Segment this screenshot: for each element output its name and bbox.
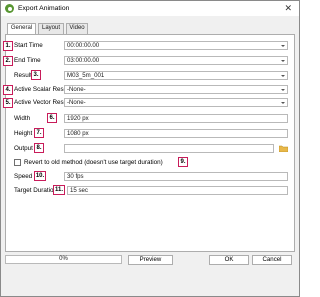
annotation-badge-10: 10. [34,171,46,181]
end-time-combo[interactable]: 03:00:00.00 [64,56,288,65]
result-label: Result [14,72,32,79]
annotation-badge-2: 2. [3,56,13,66]
annotation-badge-6: 6. [47,113,57,123]
width-spinbox[interactable]: 1920 px [64,114,288,123]
start-time-combo[interactable]: 00:00:00.00 [64,41,288,50]
chevron-down-icon [281,102,285,104]
title-bar: Export Animation ✕ [1,1,299,16]
width-label: Width [14,115,31,122]
active-vector-value: -None- [67,99,86,106]
height-spinbox[interactable]: 1080 px [64,129,288,138]
height-label: Height [14,130,33,137]
annotation-badge-1: 1. [3,41,13,51]
output-label: Output [14,145,33,152]
speed-label: Speed [14,173,33,180]
annotation-badge-5: 5. [3,98,13,108]
annotation-badge-4: 4. [3,85,13,95]
browse-folder-button[interactable] [278,144,288,153]
window-title: Export Animation [18,5,70,12]
target-duration-value: 15 sec [70,187,88,194]
general-panel [5,34,295,252]
revert-old-method-label: Revert to old method (doesn't use target… [24,159,163,166]
progress-bar: 0% [5,255,122,264]
end-time-label: End Time [14,57,41,64]
output-path-field[interactable] [64,144,274,153]
speed-value: 30 fps [67,173,84,180]
chevron-down-icon [281,89,285,91]
annotation-badge-3: 3. [31,70,41,80]
chevron-down-icon [281,60,285,62]
folder-icon [279,145,288,152]
active-vector-label: Active Vector Result [14,99,71,106]
chevron-down-icon [281,75,285,77]
tab-layout[interactable]: Layout [38,23,64,34]
ok-button[interactable]: OK [209,255,249,265]
annotation-badge-8: 8. [34,143,44,153]
active-scalar-combo[interactable]: -None- [64,85,288,94]
start-time-value: 00:00:00.00 [67,42,100,49]
annotation-badge-9: 9. [178,157,188,167]
preview-button[interactable]: Preview [128,255,173,265]
speed-spinbox[interactable]: 30 fps [64,172,288,181]
width-value: 1920 px [67,115,89,122]
export-animation-dialog: Export Animation ✕ General Layout Video … [0,0,300,297]
tab-video[interactable]: Video [66,23,88,34]
annotation-badge-11: 11. [53,185,65,195]
close-icon[interactable]: ✕ [284,3,292,13]
result-combo[interactable]: M03_5m_001 [64,71,288,80]
end-time-value: 03:00:00.00 [67,57,100,64]
target-duration-label: Target Duration [14,187,58,194]
active-scalar-label: Active Scalar Result [14,86,71,93]
chevron-down-icon [281,45,285,47]
result-value: M03_5m_001 [67,72,105,79]
progress-text: 0% [59,256,68,262]
revert-old-method-checkbox[interactable] [14,159,21,166]
start-time-label: Start Time [14,42,43,49]
qgis-app-icon [5,4,14,13]
target-duration-spinbox[interactable]: 15 sec [67,186,288,195]
height-value: 1080 px [67,130,89,137]
annotation-badge-7: 7. [34,128,44,138]
active-scalar-value: -None- [67,86,86,93]
active-vector-combo[interactable]: -None- [64,98,288,107]
cancel-button[interactable]: Cancel [252,255,292,265]
